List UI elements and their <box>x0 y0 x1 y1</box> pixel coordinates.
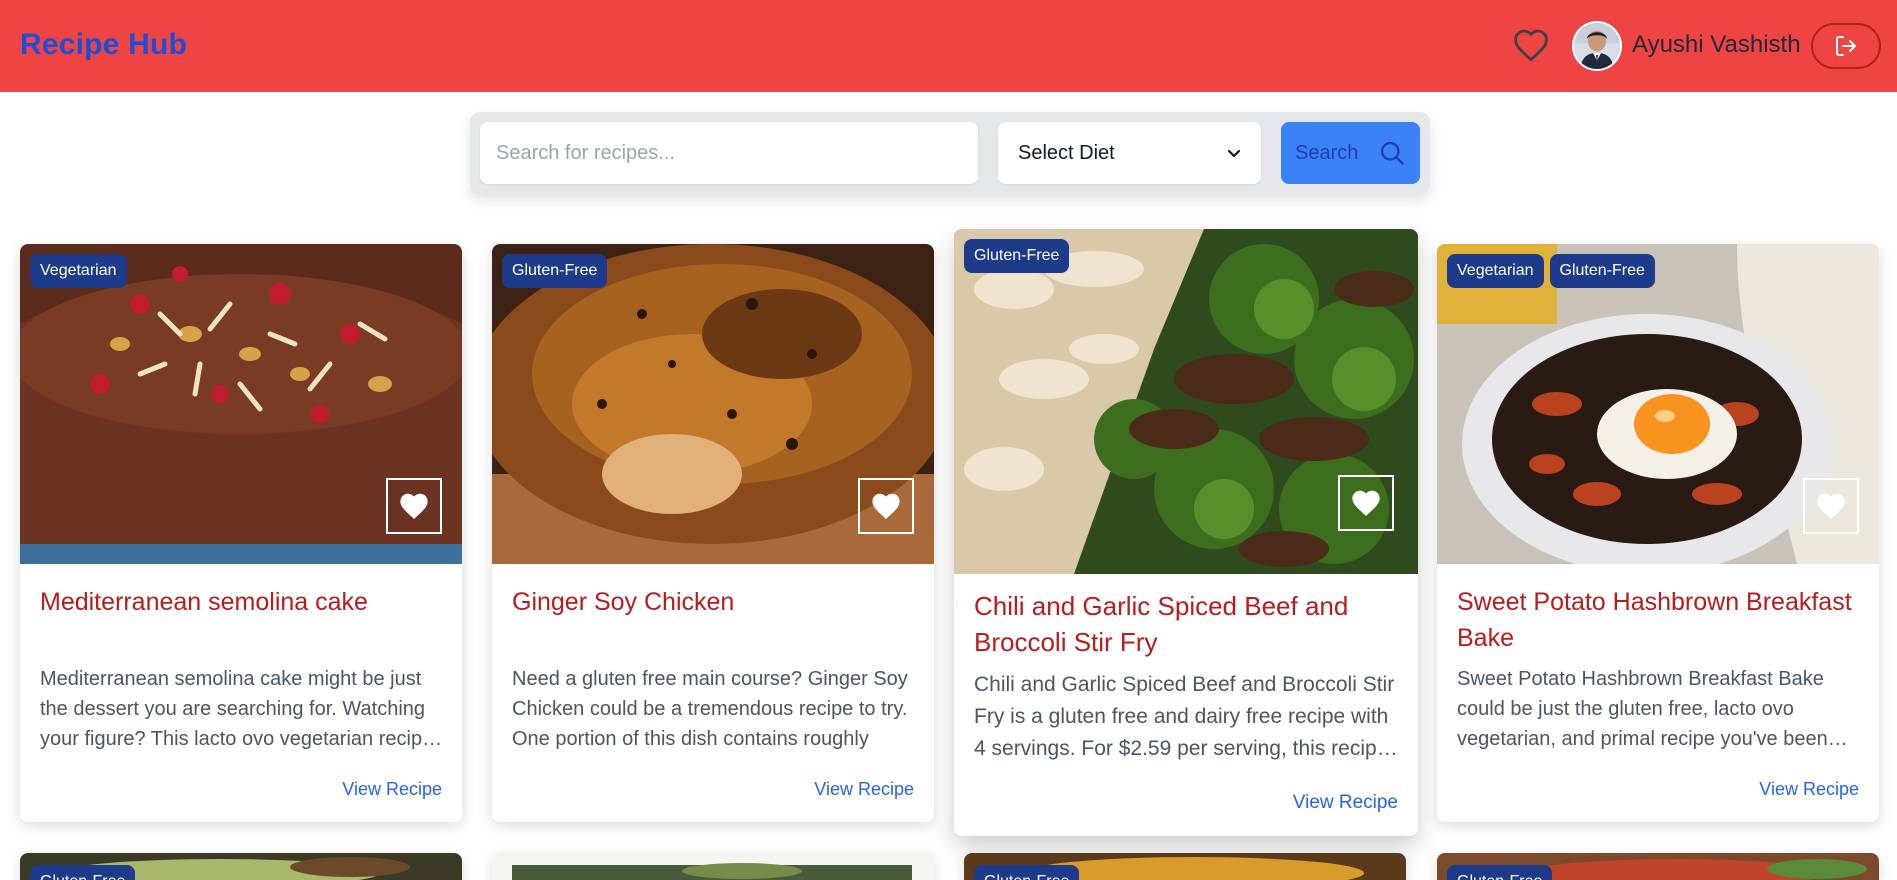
recipe-description: Sweet Potato Hashbrown Breakfast Bake co… <box>1457 668 1828 750</box>
favorite-button[interactable] <box>386 478 442 534</box>
diet-badges: Vegetarian <box>30 254 127 288</box>
logout-button[interactable] <box>1811 23 1881 69</box>
recipe-description: Need a gluten free main course? Ginger S… <box>512 668 908 750</box>
heart-icon <box>400 493 428 519</box>
diet-badge: Gluten-Free <box>1447 865 1553 880</box>
recipe-card[interactable]: Vegetarian Gluten-Free Sweet Potato Hash… <box>1437 244 1879 822</box>
recipe-card[interactable]: Gluten-Free Ginger Soy Chicken Need a gl… <box>492 244 934 822</box>
diet-badge: Gluten-Free <box>30 865 136 880</box>
favorite-button[interactable] <box>1803 478 1859 534</box>
recipe-card[interactable]: Gluten-Free <box>20 853 462 880</box>
diet-badge: Gluten-Free <box>1549 254 1655 288</box>
search-input[interactable] <box>480 122 978 184</box>
search-button[interactable]: Search <box>1281 122 1420 184</box>
diet-badges: Gluten-Free <box>974 865 1080 880</box>
logout-icon <box>1836 36 1856 56</box>
heart-icon <box>872 493 900 519</box>
view-recipe-link[interactable]: View Recipe <box>1759 779 1859 800</box>
diet-badges: Gluten-Free <box>964 239 1070 273</box>
view-recipe-link[interactable]: View Recipe <box>342 779 442 800</box>
recipe-title[interactable]: Sweet Potato Hashbrown Breakfast Bake <box>1457 584 1859 656</box>
view-recipe-link[interactable]: View Recipe <box>814 779 914 800</box>
recipe-description: Mediterranean semolina cake might be jus… <box>40 668 434 750</box>
diet-badge: Gluten-Free <box>964 239 1070 273</box>
top-navbar: Recipe Hub Ayushi Vashisth <box>0 0 1897 92</box>
search-button-label: Search <box>1295 141 1359 164</box>
diet-badge: Vegetarian <box>30 254 127 288</box>
recipe-title[interactable]: Ginger Soy Chicken <box>512 584 914 620</box>
diet-badges: Gluten-Free <box>502 254 608 288</box>
brand-logo[interactable]: Recipe Hub <box>20 28 187 62</box>
diet-badges: Vegetarian Gluten-Free <box>1447 254 1655 288</box>
recipe-card[interactable]: Gluten-Free <box>964 853 1406 880</box>
diet-badge: Gluten-Free <box>502 254 608 288</box>
recipe-image <box>492 853 934 880</box>
diet-badge: Gluten-Free <box>974 865 1080 880</box>
chevron-down-icon <box>1227 149 1241 158</box>
diet-badges: Gluten-Free <box>30 865 136 880</box>
recipe-card[interactable]: Gluten-Free Chili and Garlic Spiced Beef… <box>954 229 1418 836</box>
diet-badges: Gluten-Free <box>1447 865 1553 880</box>
heart-icon <box>1817 493 1845 519</box>
recipe-description: Chili and Garlic Spiced Beef and Broccol… <box>974 673 1395 760</box>
recipe-card[interactable] <box>492 853 934 880</box>
diet-select[interactable]: Select Diet <box>998 122 1261 184</box>
favorites-button[interactable] <box>1510 24 1552 66</box>
recipe-card[interactable]: Gluten-Free <box>1437 853 1879 880</box>
recipe-title[interactable]: Mediterranean semolina cake <box>40 584 442 620</box>
recipe-title[interactable]: Chili and Garlic Spiced Beef and Broccol… <box>974 588 1398 660</box>
recipe-card[interactable]: Vegetarian Mediterranean semolina cake M… <box>20 244 462 822</box>
user-name: Ayushi Vashisth <box>1632 31 1801 58</box>
diet-select-value: Select Diet <box>1018 141 1115 164</box>
search-panel: Select Diet Search <box>470 112 1430 194</box>
favorite-button[interactable] <box>1338 475 1394 531</box>
heart-icon <box>1352 490 1380 516</box>
search-icon <box>1381 141 1405 165</box>
avatar[interactable] <box>1572 21 1622 71</box>
favorite-button[interactable] <box>858 478 914 534</box>
view-recipe-link[interactable]: View Recipe <box>1293 792 1398 814</box>
heart-outline-icon <box>1514 29 1548 62</box>
diet-badge: Vegetarian <box>1447 254 1544 288</box>
